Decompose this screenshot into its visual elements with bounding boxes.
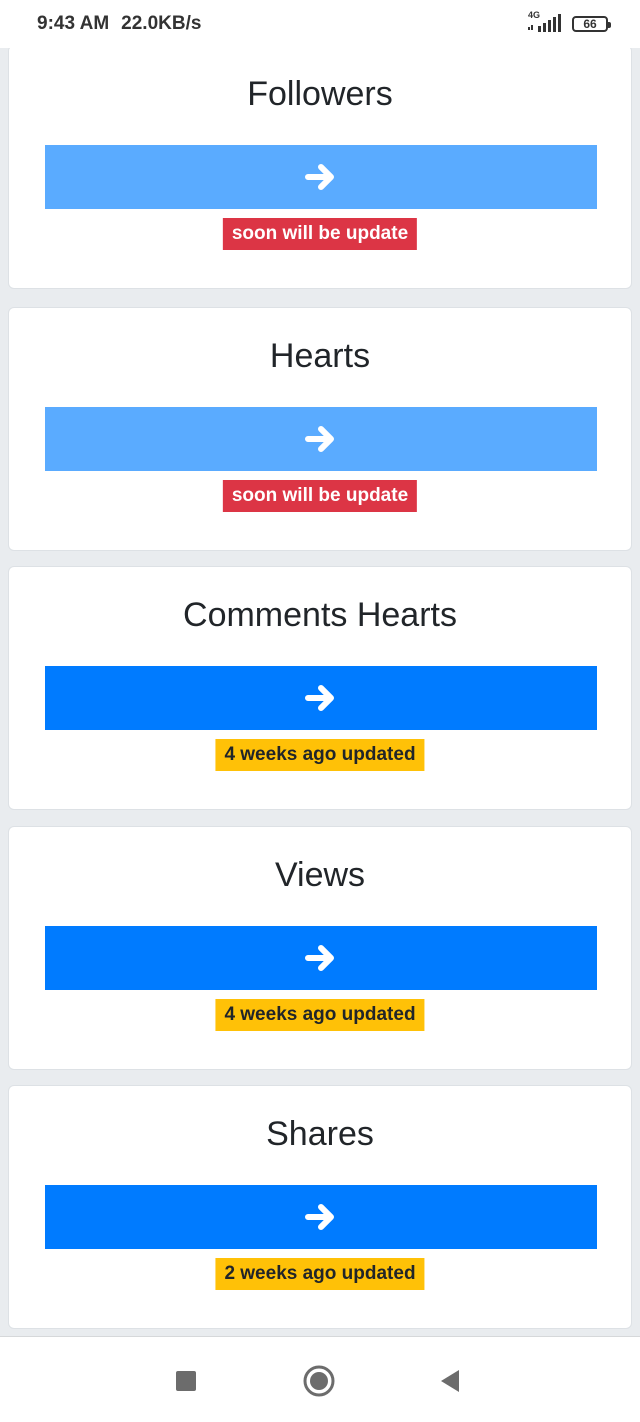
recents-button[interactable] [164,1359,208,1403]
card-hearts: Hearts soon will be update [8,307,632,551]
status-bar: 9:43 AM 22.0KB/s 4G 66 [0,0,640,48]
card-title: Hearts [269,337,371,375]
arrow-right-icon [305,685,334,711]
signal-icon: 4G [528,10,562,36]
network-type: 4G [528,10,541,20]
status-badge: 4 weeks ago updated [215,999,425,1031]
home-button[interactable] [297,1359,341,1403]
battery-icon: 66 [572,16,611,32]
status-right: 4G 66 [528,10,611,36]
status-time: 9:43 AM [37,13,110,34]
battery-level: 66 [583,17,597,31]
card-title: Shares [266,1115,374,1153]
arrow-right-icon [305,164,334,190]
arrow-right-icon [305,426,334,452]
card-shares: Shares 2 weeks ago updated [8,1085,632,1329]
card-title: Followers [247,75,393,113]
card-title: Comments Hearts [183,596,457,634]
arrow-right-icon [305,945,334,971]
stop-square-icon [176,1371,196,1391]
status-badge: 4 weeks ago updated [215,739,425,771]
back-triangle-icon [441,1370,459,1392]
home-circle-icon [303,1365,335,1397]
card-title: Views [274,856,366,894]
card-comments-hearts: Comments Hearts 4 weeks ago updated [8,566,632,810]
card-followers: Followers soon will be update [8,48,632,289]
status-speed: 22.0KB/s [121,13,202,34]
views-go-button[interactable] [45,926,597,990]
hearts-go-button[interactable] [45,407,597,471]
system-nav-bar [0,1336,640,1422]
followers-go-button[interactable] [45,145,597,209]
card-views: Views 4 weeks ago updated [8,826,632,1070]
shares-go-button[interactable] [45,1185,597,1249]
arrow-right-icon [305,1204,334,1230]
status-left: 9:43 AM 22.0KB/s [37,13,201,35]
back-button[interactable] [428,1359,472,1403]
status-badge: soon will be update [222,218,418,250]
status-badge: soon will be update [222,480,418,512]
comments-hearts-go-button[interactable] [45,666,597,730]
card-list: Followers soon will be update Hearts soo… [0,48,640,1336]
status-badge: 2 weeks ago updated [215,1258,425,1290]
